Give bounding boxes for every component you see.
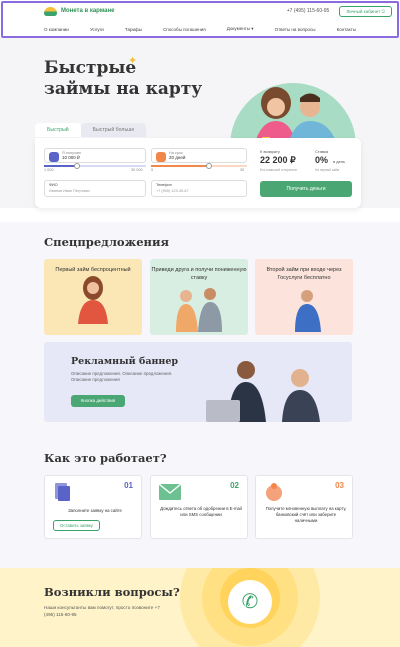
nav-item-faq[interactable]: Ответы на вопросы xyxy=(275,27,316,32)
questions-section: Возникли вопросы? Наши консультанты вам … xyxy=(0,568,400,647)
offer-text: Приведи друга и получи пониженную ставку xyxy=(151,267,247,281)
calendar-icon xyxy=(156,152,166,162)
repay-label: К возврату xyxy=(260,149,280,154)
rate-unit: в день xyxy=(333,159,346,164)
nav-item-services[interactable]: Услуги xyxy=(90,27,104,32)
amount-max: 30 000 xyxy=(131,168,143,172)
how-title: Как это работает? xyxy=(44,451,167,465)
piggy-bank-icon xyxy=(266,483,282,501)
amount-value[interactable]: 10 000 ₽ xyxy=(62,155,141,161)
tab-fast-more[interactable]: Быстрый больше xyxy=(80,123,147,137)
term-max: 30 xyxy=(240,168,245,172)
amount-slider-fill xyxy=(44,165,77,167)
main-nav: О компании Услуги Тарифы Способы погашен… xyxy=(0,22,400,36)
amount-slider-handle[interactable] xyxy=(73,162,80,169)
wallet-icon xyxy=(49,152,59,162)
submit-button[interactable]: Получить деньги xyxy=(260,181,352,197)
banner-title: Рекламный баннер xyxy=(71,356,179,367)
banner-text: Описание предложения. Описание предложен… xyxy=(71,371,173,382)
offer-man-image xyxy=(295,290,321,332)
tab-fast[interactable]: Быстрый xyxy=(35,123,81,137)
step-text: Заполните заявку на сайте xyxy=(68,508,122,513)
form-tabs: Быстрый Быстрый больше xyxy=(35,123,147,137)
rate-value: 0% xyxy=(315,155,329,165)
term-slider[interactable] xyxy=(151,162,247,169)
nav-item-contacts[interactable]: Контакты xyxy=(337,27,356,32)
nav-item-tariffs[interactable]: Тарифы xyxy=(125,27,142,32)
cabinet-label: Личный кабинет xyxy=(346,8,381,14)
banner-businessmen-image xyxy=(206,361,320,422)
questions-title: Возникли вопросы? xyxy=(44,585,180,599)
nav-item-documents-label: Документы xyxy=(226,26,250,31)
header-phone[interactable]: +7 (495) 115-60-95 xyxy=(287,8,330,14)
amount-field: Я получаю 10 000 ₽ xyxy=(44,148,146,163)
promo-banner: Рекламный баннер Описание предложения. О… xyxy=(44,342,352,422)
star-icon: ✦ xyxy=(128,55,138,67)
name-field[interactable]: ФИО Иванов Иван Петрович xyxy=(44,180,146,197)
amount-min: 1 000 xyxy=(44,168,54,172)
step-text: Дождитесь ответа об одобрении в E-mail и… xyxy=(160,506,242,517)
form-icon xyxy=(55,483,70,501)
loan-calculator: Я получаю 10 000 ₽ 1 000 30 000 На срок … xyxy=(35,138,361,208)
phone-field[interactable]: Телефон +7 (900) 123-45-67 xyxy=(151,180,247,197)
banner-action-button[interactable]: Кнопка действия xyxy=(71,395,125,407)
cabinet-button[interactable]: Личный кабинет ⎋ xyxy=(339,5,392,17)
header: Монета в кармане +7 (495) 115-60-95 Личн… xyxy=(0,0,400,38)
offer-card-gosuslugi[interactable]: Второй займ при входе через Госуслуги бе… xyxy=(255,259,353,335)
step-card-2: 02 Дождитесь ответа об одобрении в E-mai… xyxy=(150,475,248,539)
nav-item-documents[interactable]: Документы ▾ xyxy=(227,26,254,32)
term-value[interactable]: 20 дней xyxy=(169,155,242,160)
step-text: Получите мгновенную выплату на карту, ба… xyxy=(265,506,347,523)
envelope-icon xyxy=(159,484,181,500)
term-min: 5 xyxy=(151,168,154,172)
offer-card-first-loan[interactable]: Первый займ беспроцентный xyxy=(44,259,142,335)
step-number: 02 xyxy=(230,481,239,490)
repay-note: Без комиссий и переплат xyxy=(260,168,298,172)
repay-value: 22 200 ₽ xyxy=(260,155,296,165)
questions-text: Наши консультанты вам помогут, просто по… xyxy=(44,605,160,617)
term-field: На срок 20 дней xyxy=(151,148,247,163)
phone-label: Телефон xyxy=(156,183,172,187)
phone-call-icon[interactable]: ✆ xyxy=(228,580,272,624)
logo-icon[interactable] xyxy=(44,6,57,16)
phone-placeholder: +7 (900) 123-45-67 xyxy=(156,189,189,193)
brand-name[interactable]: Монета в кармане xyxy=(61,8,114,14)
term-slider-handle[interactable] xyxy=(205,162,212,169)
step-number: 01 xyxy=(124,481,133,490)
offer-text: Первый займ беспроцентный xyxy=(55,267,131,273)
step-number: 03 xyxy=(335,481,344,490)
name-placeholder: Иванов Иван Петрович xyxy=(49,189,90,193)
rate-label: Ставка xyxy=(315,149,329,154)
offer-woman-image xyxy=(78,276,108,324)
step-card-3: 03 Получите мгновенную выплату на карту,… xyxy=(255,475,353,539)
amount-slider[interactable] xyxy=(44,162,146,169)
page: Монета в кармане +7 (495) 115-60-95 Личн… xyxy=(0,0,400,647)
step-card-1: 01 Заполните заявку на сайте Оставить за… xyxy=(44,475,142,539)
offer-friends-image xyxy=(176,288,222,332)
nav-item-repayment[interactable]: Способы погашения xyxy=(163,27,206,32)
offers-title: Спецпредложения xyxy=(44,235,169,249)
nav-item-about[interactable]: О компании xyxy=(44,27,69,32)
term-slider-fill xyxy=(151,165,209,167)
offer-text: Второй займ при входе через Госуслуги бе… xyxy=(266,267,342,281)
offer-card-refer-friend[interactable]: Приведи друга и получи пониженную ставку xyxy=(150,259,248,335)
name-label: ФИО xyxy=(49,183,58,187)
leave-application-button[interactable]: Оставить заявку xyxy=(53,520,100,531)
rate-note: На первый займ xyxy=(315,168,340,172)
hero-title: Быстрые займы на карту xyxy=(44,58,203,99)
